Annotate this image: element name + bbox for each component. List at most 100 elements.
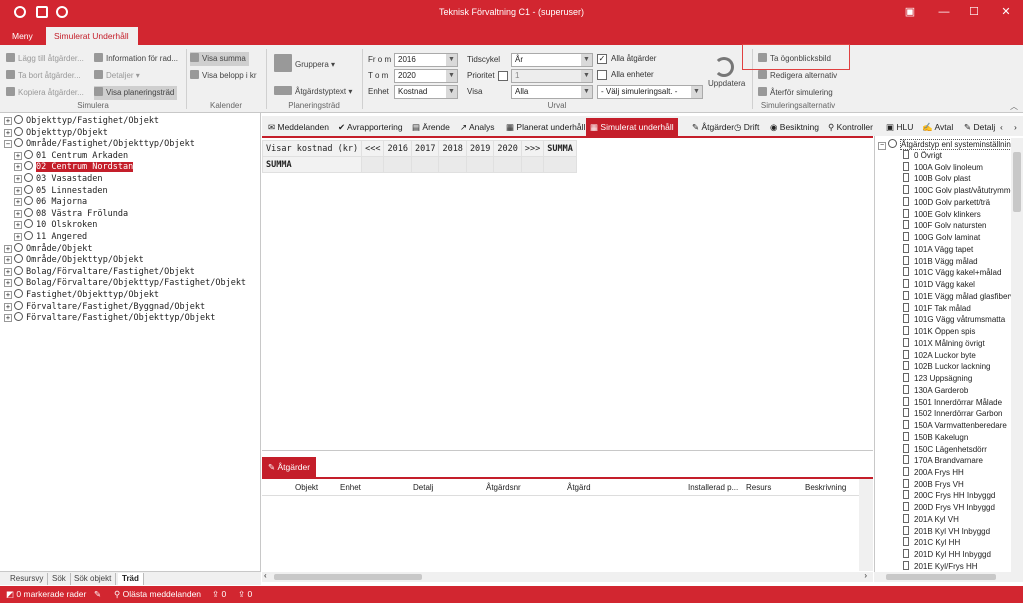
expand-icon[interactable]: + — [14, 209, 22, 218]
atgardstyp-item[interactable]: 123 Uppsägning — [903, 373, 972, 385]
atgardstyp-item[interactable]: 100F Golv natursten — [903, 220, 986, 232]
atgardstyp-item[interactable]: 201D Kyl HH Inbyggd — [903, 549, 991, 561]
atgardstyp-item[interactable]: 100G Golv laminat — [903, 232, 980, 244]
atgardstyp-item[interactable]: 100B Golv plast — [903, 173, 970, 185]
atgardstyp-item[interactable]: 201E Kyl/Frys HH — [903, 560, 978, 572]
tree-node[interactable]: + Förvaltare/Fastighet/Objekttyp/Objekt — [4, 312, 215, 324]
tree-node[interactable]: + Objekttyp/Fastighet/Objekt — [4, 115, 159, 127]
lagg-till-atgarder-button[interactable]: Lägg till åtgärder... — [6, 52, 84, 66]
expand-icon[interactable]: + — [4, 279, 12, 288]
tree-node[interactable]: + Förvaltare/Fastighet/Byggnad/Objekt — [4, 300, 205, 313]
tab-arende[interactable]: ▤ Ärende — [412, 118, 450, 136]
atgardstyp-item[interactable]: 150A Varmvattenberedare — [903, 420, 1007, 432]
alla-enheter-checkbox[interactable] — [597, 70, 607, 80]
tab-detalj[interactable]: ✎ Detalj — [964, 118, 995, 136]
scroll-left-icon[interactable]: ‹ — [264, 571, 267, 580]
prev-period-button[interactable]: <<< — [361, 140, 385, 157]
right-tree-root[interactable]: − Åtgärdstyp enl systeminställning — [878, 139, 1017, 150]
atgardstyp-item[interactable]: 101D Vägg kakel — [903, 279, 975, 291]
tidscykel-select[interactable]: År ▼ — [511, 53, 593, 67]
atgardstyp-item[interactable]: 170A Brandvarnare — [903, 455, 983, 467]
scrollbar-thumb[interactable] — [274, 574, 422, 580]
atgardstyp-item[interactable]: 101E Vägg målad glasfiberv — [903, 290, 1014, 303]
atgardstyp-item[interactable]: 0 Övrigt — [903, 150, 942, 162]
tab-avrapportering[interactable]: ✔ Avrapportering — [338, 118, 403, 136]
column-header[interactable]: Installerad p... — [688, 483, 738, 492]
tab-scroll-right-icon[interactable]: › — [1014, 118, 1017, 136]
tree-node[interactable]: +10 Olskroken — [14, 219, 97, 231]
tree-node[interactable]: +05 Linnestaden — [14, 184, 108, 197]
column-header[interactable]: Enhet — [340, 483, 361, 492]
expand-icon[interactable]: + — [4, 256, 12, 265]
atgardstyp-item[interactable]: 201B Kyl VH Inbyggd — [903, 525, 990, 538]
expand-icon[interactable]: − — [4, 140, 12, 149]
tab-planerat-underhall[interactable]: ▦ Planerat underhåll — [506, 118, 585, 136]
atgardstyp-item[interactable]: 102B Luckor lackning — [903, 361, 991, 373]
column-header[interactable]: Åtgärd — [567, 483, 591, 492]
tab-meddelanden[interactable]: ✉ Meddelanden — [268, 118, 329, 136]
expand-icon[interactable]: + — [14, 151, 22, 160]
tab-simulerat-underhall-module[interactable]: ▦ Simulerat underhåll — [586, 118, 678, 136]
expand-icon[interactable]: + — [4, 291, 12, 299]
expand-icon[interactable]: + — [4, 302, 12, 311]
atgardstyp-item[interactable]: 130A Garderob — [903, 384, 968, 397]
tab-hlu[interactable]: ▣ HLU — [886, 118, 913, 136]
expand-icon[interactable]: + — [14, 163, 22, 172]
tab-sok-objekt[interactable]: Sök objekt — [70, 573, 117, 585]
enhet-select[interactable]: Kostnad ▼ — [394, 85, 458, 99]
atgardstyp-item[interactable]: 101K Öppen spis — [903, 326, 975, 338]
atgardstyp-item[interactable]: 101X Målning övrigt — [903, 337, 985, 350]
tree-node[interactable]: + Bolag/Förvaltare/Objekttyp/Fastighet/Ob… — [4, 277, 246, 289]
valj-simulering-select[interactable]: - Välj simuleringsalt. - ▼ — [597, 85, 703, 99]
atgardstyp-item[interactable]: 102A Luckor byte — [903, 349, 976, 362]
tab-avtal[interactable]: ✍ Avtal — [922, 118, 953, 136]
restore-layout-icon[interactable]: ▣ — [902, 4, 918, 20]
tree-node[interactable]: + Område/Objekt — [4, 242, 93, 255]
atgardstyp-item[interactable]: 1502 Innerdörrar Garbon — [903, 408, 1003, 420]
tree-node[interactable]: +06 Majorna — [14, 196, 87, 208]
atgardstyp-item[interactable]: 100D Golv parkett/trä — [903, 196, 990, 209]
next-period-button[interactable]: >>> — [520, 140, 545, 157]
tab-simulerat-underhall[interactable]: Simulerat Underhåll — [46, 27, 138, 45]
atgardstyp-item[interactable]: 200B Frys VH — [903, 478, 964, 491]
scrollbar-thumb[interactable] — [1013, 152, 1021, 212]
prioritet-checkbox[interactable] — [498, 71, 508, 81]
maximize-button[interactable]: ☐ — [966, 4, 982, 20]
column-header[interactable]: Beskrivning — [805, 483, 846, 492]
atgardstyp-item[interactable]: 201C Kyl HH — [903, 537, 960, 549]
atgardstyp-item[interactable]: 200D Frys VH Inbyggd — [903, 502, 995, 514]
redigera-alternativ-button[interactable]: Redigera alternativ — [758, 69, 837, 83]
atgardstyp-item[interactable]: 100A Golv linoleum — [903, 161, 983, 174]
expand-icon[interactable]: + — [14, 198, 22, 207]
collapse-icon[interactable]: − — [878, 142, 886, 150]
expand-icon[interactable]: + — [4, 244, 12, 253]
tree-node[interactable]: +11 Angered — [14, 231, 87, 243]
tree-node[interactable]: + Bolag/Förvaltare/Fastighet/Objekt — [4, 265, 195, 278]
visa-summa-button[interactable]: Visa summa — [190, 52, 249, 66]
atgardstyp-item[interactable]: 200A Frys HH — [903, 466, 964, 479]
column-header[interactable]: Resurs — [746, 483, 771, 492]
atgardstyp-item[interactable]: 150B Kakelugn — [903, 431, 968, 444]
tab-meny[interactable]: Meny — [4, 27, 41, 45]
uppdatera-button[interactable]: Uppdatera — [708, 57, 745, 97]
visa-planeringstrad-button[interactable]: Visa planeringsträd — [94, 86, 178, 100]
tree-node[interactable]: +02 Centrum Nordstan — [14, 161, 134, 173]
tom-year-select[interactable]: 2020 ▼ — [394, 69, 458, 83]
ta-bort-atgarder-button[interactable]: Ta bort åtgärder... — [6, 69, 81, 83]
tree-node[interactable]: +03 Vasastaden — [14, 173, 103, 185]
expand-icon[interactable]: + — [4, 128, 12, 137]
atgarder-horizontal-scrollbar[interactable]: ‹ › — [262, 571, 873, 582]
right-tree-scrollbar[interactable] — [1011, 138, 1023, 572]
from-year-select[interactable]: 2016 ▼ — [394, 53, 458, 67]
collapse-ribbon-icon[interactable]: ︿ — [1010, 101, 1018, 112]
expand-icon[interactable]: + — [14, 175, 22, 183]
tab-besiktning[interactable]: ◉ Besiktning — [770, 118, 819, 136]
column-header[interactable]: Detalj — [413, 483, 433, 492]
tab-atgarder-panel[interactable]: ✎ Åtgärder — [262, 457, 317, 477]
minimize-button[interactable]: — — [936, 4, 952, 20]
atgardstyp-item[interactable]: 100E Golv klinkers — [903, 208, 981, 221]
scrollbar-thumb[interactable] — [886, 574, 996, 580]
atgardstyp-item[interactable]: 200C Frys HH Inbyggd — [903, 490, 995, 502]
tab-sok[interactable]: Sök — [48, 573, 71, 585]
atgardstyp-item[interactable]: 101C Vägg kakel+målad — [903, 267, 1001, 279]
